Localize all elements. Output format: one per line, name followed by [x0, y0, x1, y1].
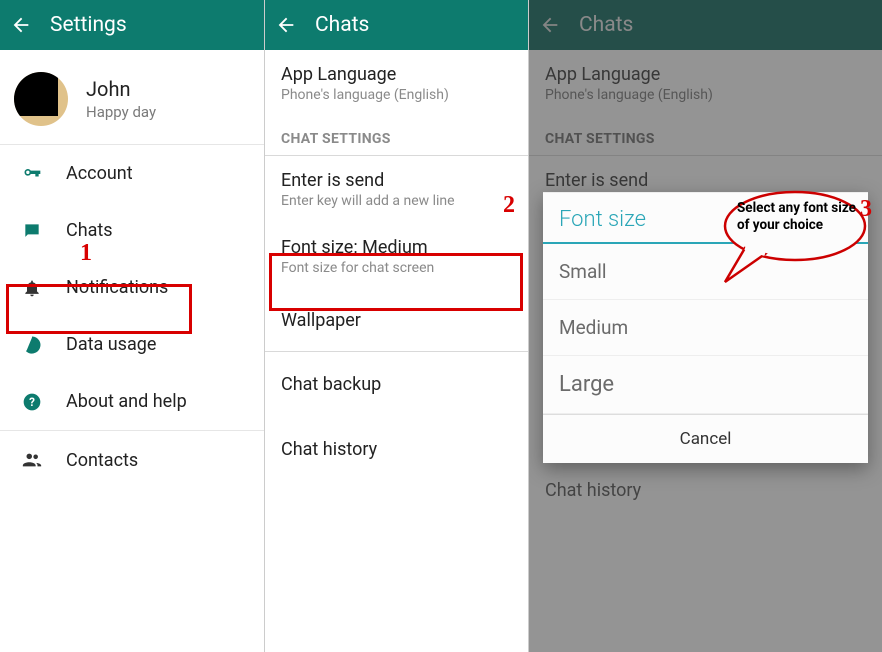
setting-title: Chat history — [545, 480, 866, 501]
appbar-settings: Settings — [0, 0, 264, 50]
setting-title: Chat history — [281, 439, 512, 460]
setting-app-language[interactable]: App Language Phone's language (English) — [265, 50, 528, 117]
contacts-icon — [18, 449, 46, 471]
menu-item-data-usage[interactable]: Data usage — [0, 316, 264, 373]
setting-chat-history[interactable]: Chat history — [265, 417, 528, 482]
setting-chat-backup[interactable]: Chat backup — [265, 352, 528, 417]
menu-item-chats[interactable]: Chats — [0, 202, 264, 259]
menu-label: About and help — [66, 391, 187, 412]
font-size-dialog: Font size Small Medium Large Cancel — [543, 192, 868, 463]
setting-title: Chat backup — [281, 374, 512, 395]
help-icon: ? — [18, 392, 46, 412]
setting-title: Font size: Medium — [281, 237, 512, 258]
appbar-chats: Chats — [265, 0, 528, 50]
bell-icon — [18, 278, 46, 298]
section-header: CHAT SETTINGS — [265, 117, 528, 155]
profile-name: John — [86, 77, 156, 101]
setting-wallpaper[interactable]: Wallpaper — [265, 290, 528, 351]
setting-subtitle: Phone's language (English) — [281, 87, 512, 103]
menu-item-about[interactable]: ? About and help — [0, 373, 264, 430]
menu-item-contacts[interactable]: Contacts — [0, 431, 264, 489]
profile-status: Happy day — [86, 103, 156, 121]
font-option-medium[interactable]: Medium — [543, 300, 868, 356]
svg-text:?: ? — [29, 395, 35, 409]
chats-screen: Chats App Language Phone's language (Eng… — [264, 0, 528, 652]
back-arrow-icon[interactable] — [275, 14, 297, 36]
menu-label: Chats — [66, 220, 113, 241]
step-number-2: 2 — [503, 192, 515, 219]
font-option-small[interactable]: Small — [543, 244, 868, 300]
appbar-title: Settings — [50, 13, 127, 37]
menu-item-notifications[interactable]: Notifications — [0, 259, 264, 316]
setting-font-size[interactable]: Font size: Medium Font size for chat scr… — [265, 223, 528, 290]
menu-item-account[interactable]: Account — [0, 145, 264, 202]
setting-chat-history: Chat history — [529, 472, 882, 515]
settings-screen: Settings John Happy day Account Chats — [0, 0, 264, 652]
dialog-title: Font size — [559, 207, 646, 232]
chats-screen-dialog: Chats App Language Phone's language (Eng… — [528, 0, 882, 652]
menu-label: Notifications — [66, 277, 168, 298]
back-arrow-icon[interactable] — [10, 14, 32, 36]
menu-label: Data usage — [66, 334, 156, 355]
setting-title: Wallpaper — [281, 310, 512, 331]
font-option-large[interactable]: Large — [543, 356, 868, 414]
dialog-cancel-button[interactable]: Cancel — [543, 414, 868, 463]
key-icon — [18, 164, 46, 184]
setting-subtitle: Enter key will add a new line — [281, 193, 512, 209]
step-number-1: 1 — [80, 240, 92, 267]
profile-row[interactable]: John Happy day — [0, 50, 264, 144]
data-usage-icon — [18, 335, 46, 355]
menu-label: Account — [66, 163, 133, 184]
avatar — [14, 72, 68, 126]
appbar-title: Chats — [315, 13, 369, 37]
setting-title: App Language — [281, 64, 512, 85]
setting-title: Enter is send — [281, 170, 512, 191]
step-number-3: 3 — [860, 196, 872, 223]
setting-enter-is-send[interactable]: Enter is send Enter key will add a new l… — [265, 156, 528, 223]
chat-icon — [18, 221, 46, 241]
setting-subtitle: Font size for chat screen — [281, 260, 512, 276]
menu-label: Contacts — [66, 450, 138, 471]
